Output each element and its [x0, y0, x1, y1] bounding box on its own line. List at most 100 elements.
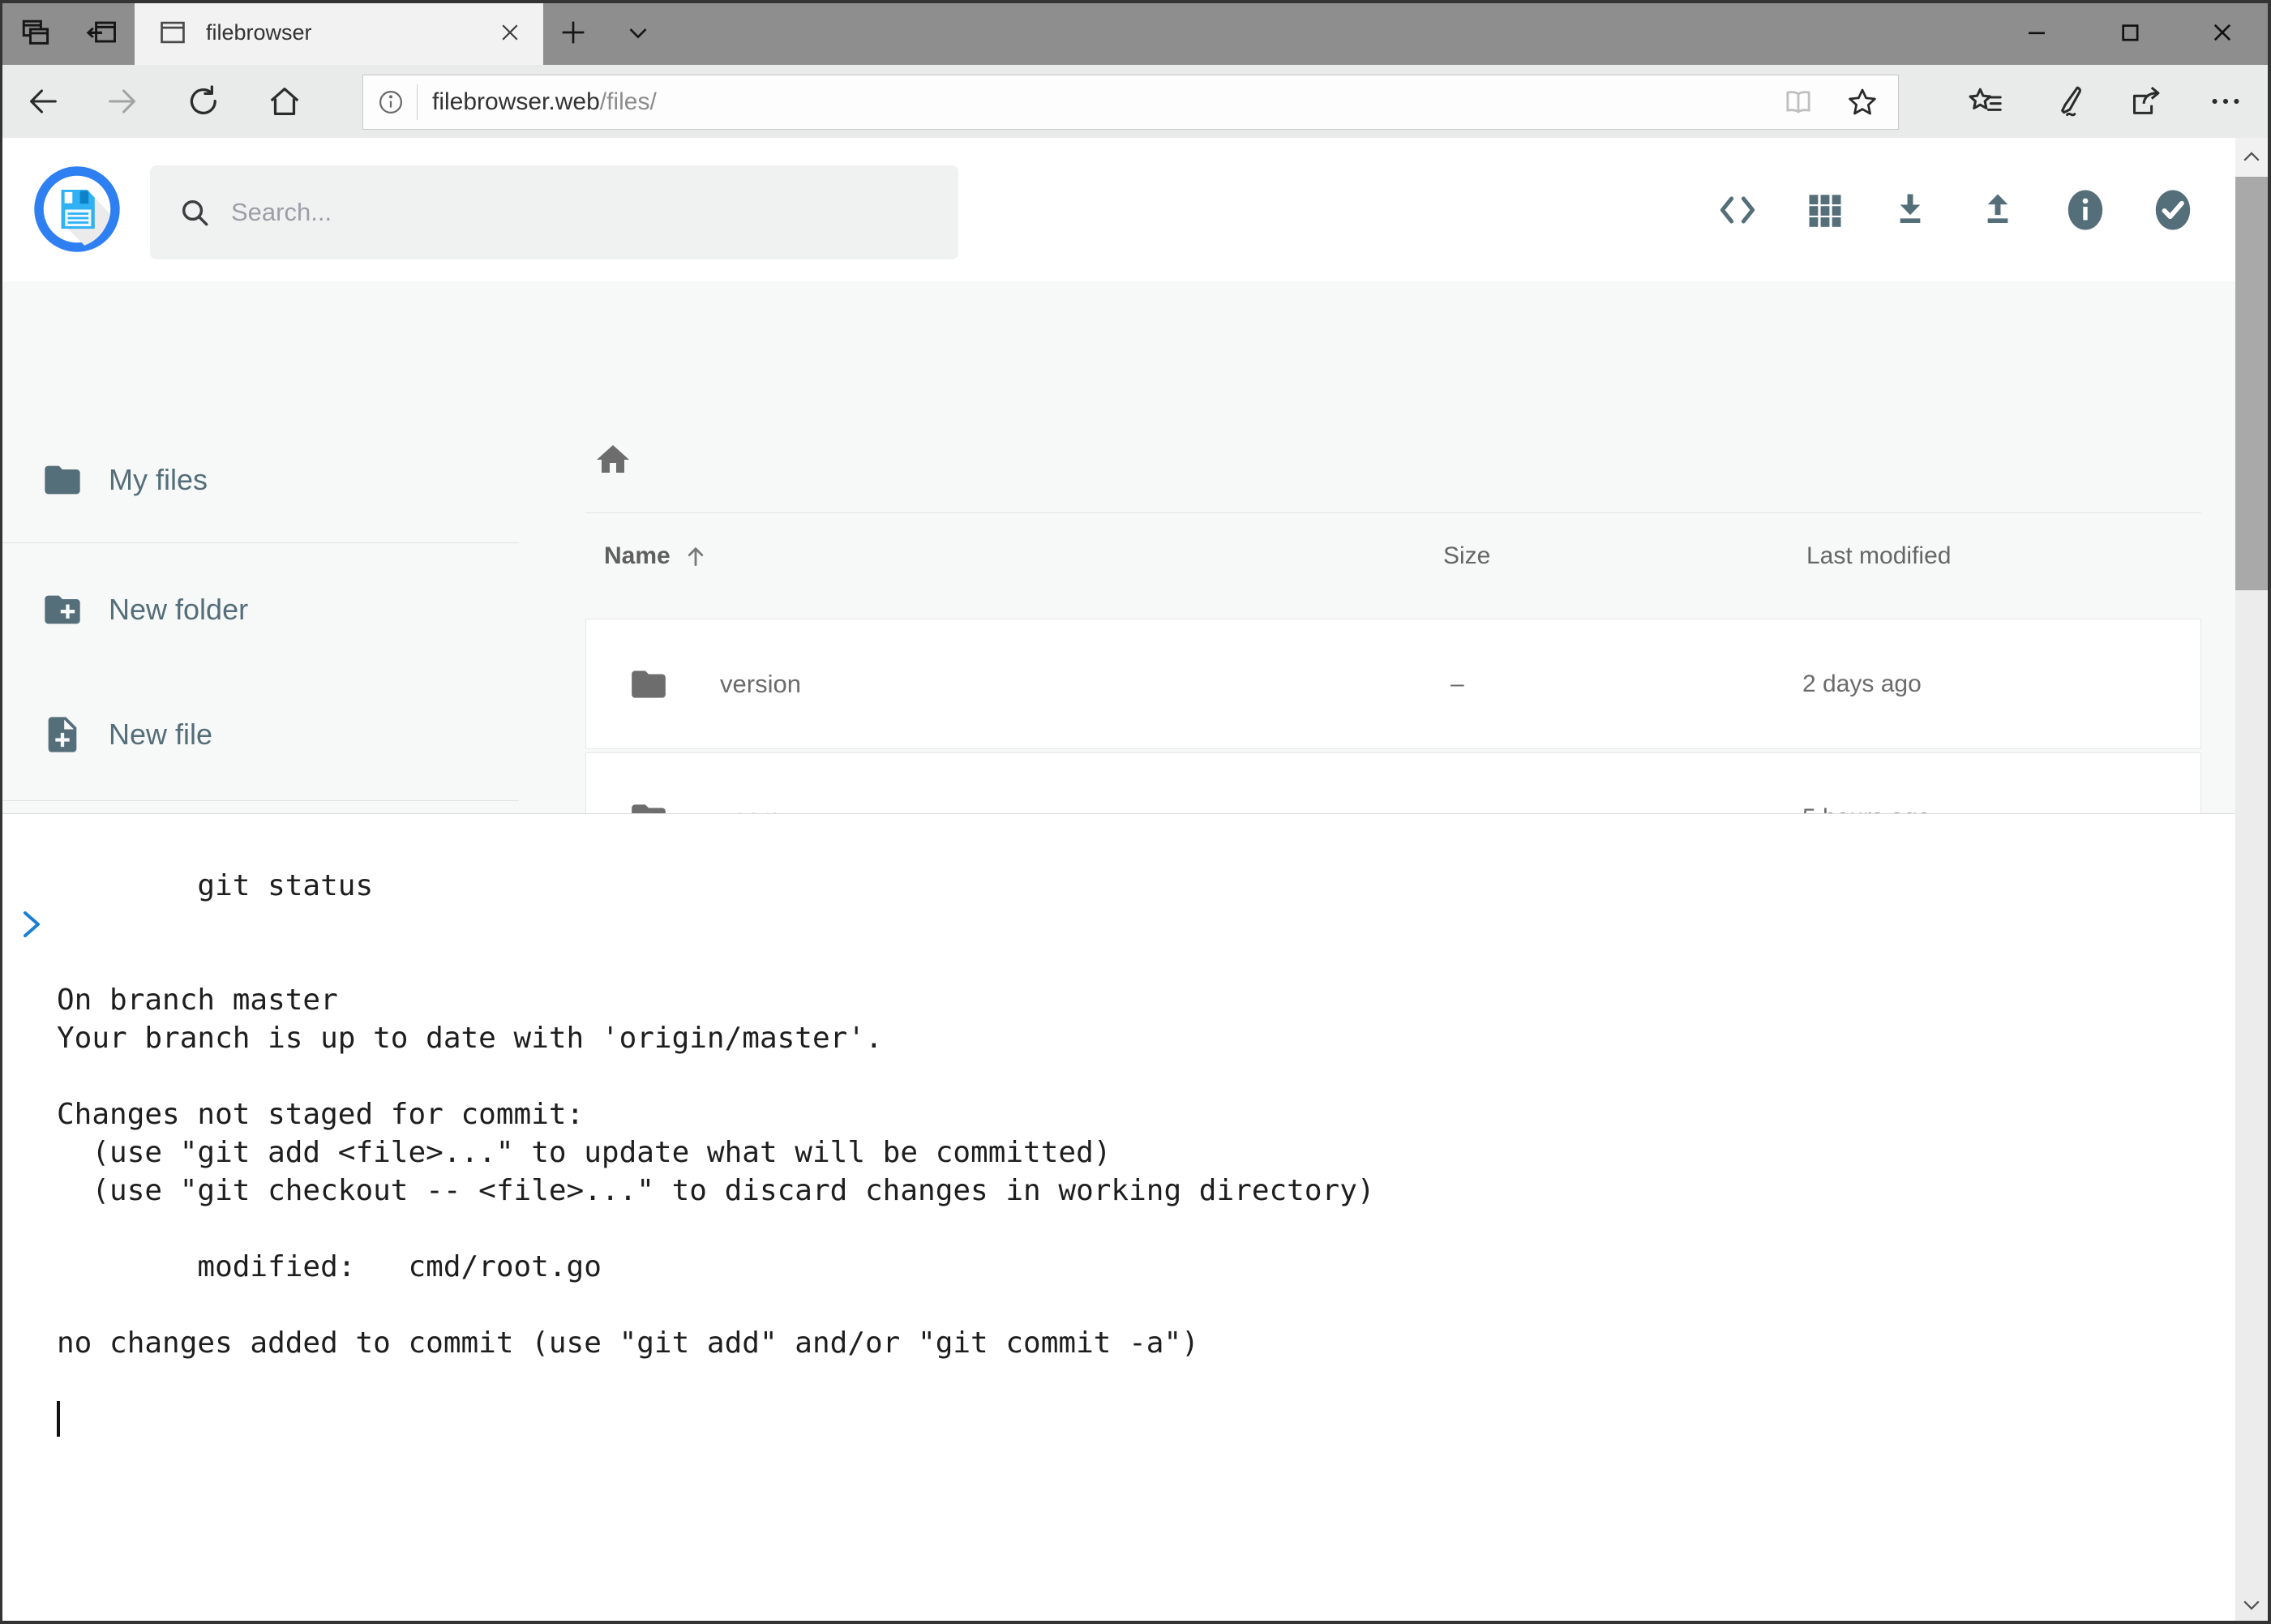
url-path: /files/ — [600, 88, 657, 115]
scroll-down-button[interactable] — [2235, 1585, 2268, 1624]
select-multiple-button[interactable] — [2132, 138, 2213, 281]
info-button[interactable] — [2045, 138, 2126, 281]
sort-ascending-icon — [682, 542, 709, 570]
search-box[interactable] — [150, 165, 958, 259]
file-size: – — [1450, 671, 1464, 698]
upload-icon — [1977, 189, 2019, 231]
url-field[interactable]: filebrowser.web/files/ — [362, 75, 1899, 130]
sidebar-item-label: New folder — [109, 593, 248, 627]
new-tab-button[interactable] — [548, 0, 598, 65]
grid-view-button[interactable] — [1785, 138, 1866, 281]
upload-button[interactable] — [1957, 138, 2038, 281]
sidebar-item-label: My files — [109, 463, 208, 497]
column-header-modified[interactable]: Last modified — [1806, 542, 1951, 570]
check-circle-icon — [2151, 186, 2195, 234]
tab-preview-button[interactable] — [8, 0, 62, 65]
terminal-output-line — [57, 1286, 2235, 1324]
folder-icon — [41, 459, 84, 501]
page-scrollbar[interactable] — [2235, 138, 2268, 1624]
terminal-input-line[interactable] — [57, 1400, 2235, 1438]
address-bar: filebrowser.web/files/ — [0, 65, 2271, 139]
more-options-button[interactable] — [2194, 65, 2257, 138]
scroll-up-button[interactable] — [2235, 138, 2268, 177]
reading-view-icon — [1781, 85, 1815, 119]
browser-window: filebrowser — [0, 0, 2271, 1624]
tab-list-dropdown-button[interactable] — [613, 0, 663, 65]
terminal-output-line: (use "git add <file>..." to update what … — [57, 1133, 2235, 1172]
share-icon — [2126, 83, 2163, 120]
info-icon — [2063, 186, 2107, 234]
chevron-up-icon — [2239, 145, 2264, 169]
file-name: version — [720, 670, 801, 699]
browser-tab[interactable]: filebrowser — [135, 0, 543, 65]
terminal-output-line: On branch master — [57, 981, 2235, 1019]
download-button[interactable] — [1870, 138, 1951, 281]
terminal-command-line: git status — [57, 829, 2235, 943]
url-separator — [417, 84, 418, 120]
back-button[interactable] — [11, 65, 75, 138]
chevron-down-icon — [623, 17, 653, 48]
set-tabs-aside-button[interactable] — [75, 0, 128, 65]
raw-view-button[interactable] — [1697, 138, 1778, 281]
terminal-output-line: Your branch is up to date with 'origin/m… — [57, 1019, 2235, 1057]
search-icon — [178, 195, 212, 229]
url-text: filebrowser.web/files/ — [432, 88, 1781, 116]
url-host: filebrowser.web — [432, 88, 600, 115]
terminal-output-line — [57, 1210, 2235, 1248]
refresh-button[interactable] — [172, 65, 235, 138]
search-input[interactable] — [229, 197, 958, 228]
new-folder-icon — [41, 589, 84, 631]
sidebar-divider — [0, 800, 519, 801]
terminal-output-line: modified: cmd/root.go — [57, 1248, 2235, 1286]
forward-button[interactable] — [91, 65, 154, 138]
terminal-panel[interactable]: git status On branch master Your branch … — [0, 813, 2235, 1624]
annotate-button[interactable] — [2035, 65, 2098, 138]
code-view-icon — [1716, 189, 1759, 231]
terminal-cursor — [57, 1401, 60, 1437]
pen-icon — [2048, 83, 2085, 120]
favorites-hub-button[interactable] — [1954, 65, 2017, 138]
prompt-chevron-icon — [21, 833, 197, 1016]
terminal-output-line: no changes added to commit (use "git add… — [57, 1324, 2235, 1362]
ellipsis-icon — [2207, 83, 2244, 120]
listing-divider — [585, 512, 2201, 513]
set-tabs-aside-icon — [84, 15, 119, 50]
chevron-down-icon — [2239, 1592, 2264, 1617]
tab-title: filebrowser — [206, 20, 498, 45]
terminal-output-line: (use "git checkout -- <file>..." to disc… — [57, 1172, 2235, 1210]
folder-icon — [628, 664, 669, 705]
minimize-button[interactable] — [2004, 0, 2069, 65]
column-header-name[interactable]: Name — [604, 542, 709, 570]
terminal-command: git status — [197, 869, 373, 902]
close-window-button[interactable] — [2190, 0, 2255, 65]
terminal-output-line — [57, 1057, 2235, 1095]
share-button[interactable] — [2113, 65, 2176, 138]
sidebar-item-label: New file — [109, 718, 212, 752]
download-icon — [1889, 189, 1931, 231]
scrollbar-thumb[interactable] — [2235, 177, 2268, 590]
maximize-button[interactable] — [2097, 0, 2162, 65]
sidebar-item-my-files[interactable]: My files — [0, 435, 523, 525]
home-button[interactable] — [253, 65, 316, 138]
sidebar-divider — [0, 542, 519, 543]
plus-icon — [557, 16, 589, 49]
new-file-icon — [41, 713, 84, 756]
breadcrumb-home-icon[interactable] — [593, 440, 632, 479]
page-viewport: My files New folder New file Sett — [0, 138, 2271, 1624]
terminal-output-line: Changes not staged for commit: — [57, 1095, 2235, 1133]
site-info-icon[interactable] — [376, 88, 405, 117]
tab-bar: filebrowser — [0, 0, 2271, 65]
filebrowser-logo[interactable] — [32, 165, 122, 254]
sidebar-item-new-folder[interactable]: New folder — [0, 565, 523, 654]
app-header — [0, 138, 2235, 281]
file-row-version[interactable]: version – 2 days ago — [585, 619, 2201, 749]
hub-star-list-icon — [1967, 83, 2004, 120]
close-tab-icon[interactable] — [498, 20, 522, 45]
page-favicon-icon — [157, 17, 188, 48]
listing-header: Name Size Last modified — [585, 542, 2201, 591]
sidebar-item-new-file[interactable]: New file — [0, 690, 523, 779]
column-header-size[interactable]: Size — [1443, 542, 1490, 570]
grid-view-icon — [1804, 189, 1846, 231]
add-favorite-star-icon[interactable] — [1845, 84, 1880, 120]
tab-preview-icon — [17, 15, 53, 50]
